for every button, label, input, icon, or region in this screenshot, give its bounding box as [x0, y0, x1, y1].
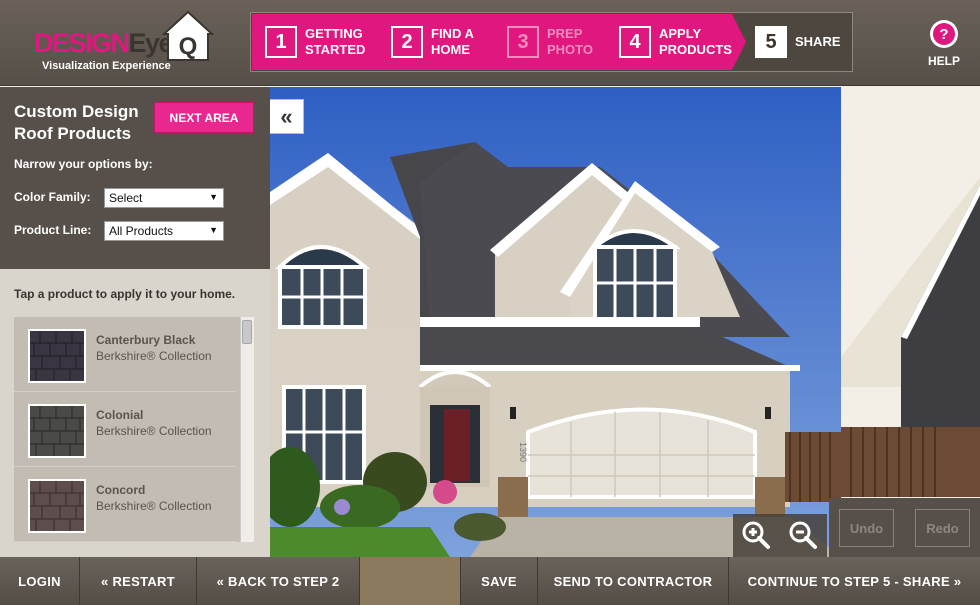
zoom-controls — [733, 514, 827, 557]
instruction-text: Tap a product to apply it to your home. — [14, 287, 236, 301]
product-item-colonial[interactable]: Colonial Berkshire® Collection — [14, 392, 236, 467]
undo-redo-panel: Undo Redo — [829, 498, 980, 557]
panel-title: Custom Design Roof Products — [14, 102, 139, 143]
product-list[interactable]: Canterbury Black Berkshire® Collection C… — [14, 317, 254, 542]
neighbor-house-area — [841, 87, 980, 557]
zoom-out-icon[interactable] — [788, 520, 818, 550]
header: DESIGNEye Q Visualization Experience 1 G… — [0, 0, 980, 86]
product-name: Colonial — [96, 408, 144, 422]
product-line-label: Product Line: — [14, 223, 92, 237]
step-number: 1 — [265, 26, 297, 58]
step-label: SHARE — [795, 34, 841, 49]
step-number: 4 — [619, 26, 651, 58]
back-to-step-2-button[interactable]: « BACK TO STEP 2 — [197, 557, 360, 605]
step-label: PREP PHOTO — [547, 26, 593, 57]
next-area-button[interactable]: NEXT AREA — [154, 102, 254, 133]
designeyeq-logo[interactable]: DESIGNEye Q Visualization Experience — [34, 10, 224, 76]
step-getting-started[interactable]: 1 GETTING STARTED — [265, 14, 385, 70]
product-filter-panel: Custom Design Roof Products NEXT AREA Na… — [0, 87, 270, 269]
step-find-a-home[interactable]: 2 FIND A HOME — [391, 14, 511, 70]
step-prep-photo: 3 PREP PHOTO — [507, 14, 627, 70]
color-family-label: Color Family: — [14, 190, 91, 204]
zoom-in-icon[interactable] — [741, 520, 771, 550]
product-item-canterbury-black[interactable]: Canterbury Black Berkshire® Collection — [14, 317, 236, 392]
help-icon: ? — [930, 20, 958, 48]
logo-tagline: Visualization Experience — [42, 60, 171, 72]
product-list-panel: Tap a product to apply it to your home. … — [0, 269, 270, 557]
shingle-swatch — [28, 404, 86, 458]
house-number: 1390 — [518, 442, 528, 462]
product-line: Berkshire® Collection — [96, 499, 212, 513]
product-list-scrollbar[interactable] — [240, 317, 254, 542]
product-line-select[interactable]: All Products ▼ — [104, 221, 224, 241]
send-to-contractor-button[interactable]: SEND TO CONTRACTOR — [538, 557, 729, 605]
step-label: GETTING STARTED — [305, 26, 366, 57]
color-family-select[interactable]: Select ▼ — [104, 188, 224, 208]
step-number: 3 — [507, 26, 539, 58]
step-progress: 1 GETTING STARTED 2 FIND A HOME 3 PREP P… — [250, 12, 853, 72]
bottom-bar-spacer — [360, 557, 461, 605]
step-number: 5 — [755, 26, 787, 58]
scrollbar-thumb[interactable] — [242, 320, 252, 344]
continue-to-step-5-button[interactable]: CONTINUE TO STEP 5 - SHARE » — [729, 557, 980, 605]
bottom-action-bar: LOGIN « RESTART « BACK TO STEP 2 SAVE SE… — [0, 557, 980, 605]
house-photo[interactable]: 1390 — [270, 87, 841, 557]
shingle-swatch — [28, 329, 86, 383]
house-logo-icon: Q — [162, 10, 214, 61]
help-button[interactable]: ? HELP — [924, 20, 964, 68]
step-number: 2 — [391, 26, 423, 58]
shingle-swatch — [28, 479, 86, 533]
save-button[interactable]: SAVE — [461, 557, 538, 605]
product-line: Berkshire® Collection — [96, 424, 212, 438]
step-label: FIND A HOME — [431, 26, 474, 57]
narrow-heading: Narrow your options by: — [14, 157, 153, 171]
step-apply-products[interactable]: 4 APPLY PRODUCTS — [619, 14, 739, 70]
house-illustration: 1390 — [270, 87, 841, 557]
svg-text:Q: Q — [179, 33, 198, 60]
product-line: Berkshire® Collection — [96, 349, 212, 363]
step-share[interactable]: 5 SHARE — [755, 14, 875, 70]
redo-button[interactable]: Redo — [915, 509, 970, 547]
product-name: Canterbury Black — [96, 333, 196, 347]
product-item-concord[interactable]: Concord Berkshire® Collection — [14, 467, 236, 542]
restart-button[interactable]: « RESTART — [80, 557, 197, 605]
dropdown-arrow-icon: ▼ — [209, 192, 218, 202]
dropdown-arrow-icon: ▼ — [209, 225, 218, 235]
undo-button[interactable]: Undo — [839, 509, 894, 547]
logo-wordmark: DESIGNEye — [34, 28, 174, 58]
product-name: Concord — [96, 483, 146, 497]
help-label: HELP — [927, 54, 960, 68]
login-button[interactable]: LOGIN — [0, 557, 80, 605]
collapse-panel-button[interactable]: « — [270, 99, 304, 134]
step-label: APPLY PRODUCTS — [659, 26, 732, 57]
